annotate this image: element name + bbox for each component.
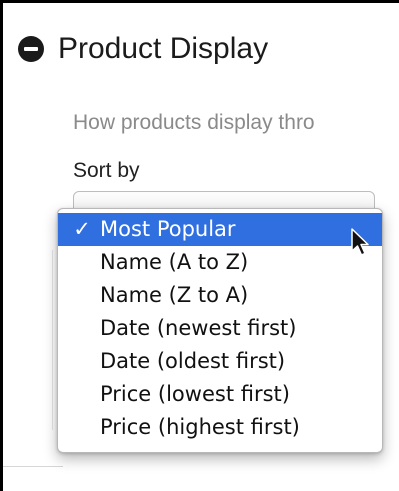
checkmark-icon: ✓ [73,217,91,241]
option-label: Price (lowest first) [100,382,290,406]
option-label: Most Popular [100,217,236,241]
option-label: Price (highest first) [100,415,300,439]
sort-by-label: Sort by [73,159,140,182]
section-description: How products display thro [73,111,315,134]
mouse-pointer-icon [351,228,369,256]
option-label: Name (A to Z) [100,250,249,274]
sort-option-name-a-to-z[interactable]: Name (A to Z) [58,246,382,279]
divider [3,466,63,467]
sort-option-price-lowest-first[interactable]: Price (lowest first) [58,378,382,411]
section-title: Product Display [58,32,269,65]
sort-by-dropdown-menu: ✓ Most Popular Name (A to Z) Name (Z to … [57,208,383,453]
option-label: Name (Z to A) [100,283,249,307]
sort-option-most-popular[interactable]: ✓ Most Popular [58,213,382,246]
sort-option-date-oldest-first[interactable]: Date (oldest first) [58,345,382,378]
section-header[interactable]: Product Display [18,31,268,67]
sort-option-name-z-to-a[interactable]: Name (Z to A) [58,279,382,312]
sort-option-price-highest-first[interactable]: Price (highest first) [58,411,382,444]
option-label: Date (oldest first) [100,349,286,373]
sort-option-date-newest-first[interactable]: Date (newest first) [58,312,382,345]
option-label: Date (newest first) [100,316,297,340]
minus-circle-icon[interactable] [18,36,44,62]
